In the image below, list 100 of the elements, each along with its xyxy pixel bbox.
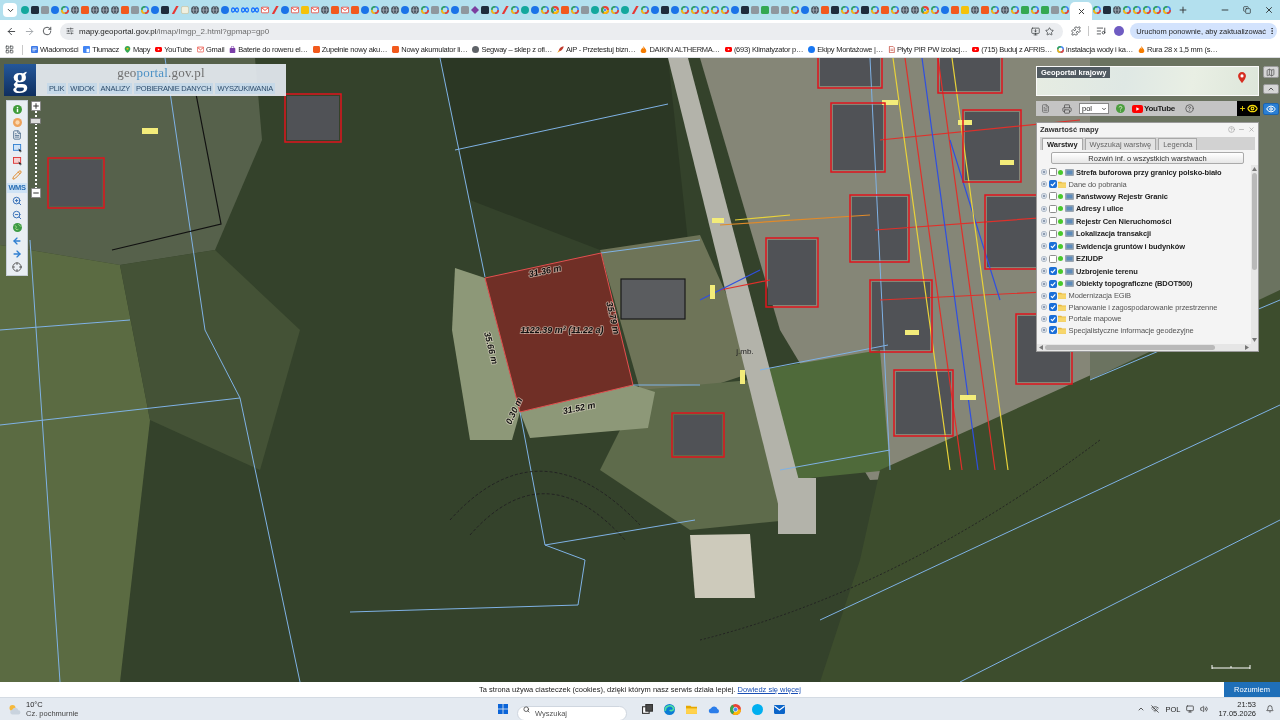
wifi-off-icon[interactable] [1151,705,1160,713]
youtube-link[interactable]: YouTube [1132,104,1175,113]
expand-icon[interactable] [1041,292,1047,299]
expand-icon[interactable] [1041,218,1047,225]
map-tool-button[interactable] [12,222,22,233]
layer-checkbox[interactable] [1048,291,1057,300]
map-tool-button[interactable] [12,156,22,167]
circle-icon [551,6,559,14]
expand-icon[interactable] [1041,315,1047,322]
help-icon[interactable] [1228,126,1235,133]
layer-checkbox[interactable] [1048,204,1057,213]
browser-tab[interactable] [480,3,490,17]
browser-tab[interactable] [200,3,210,17]
expand-icon[interactable] [1041,230,1047,237]
expand-icon[interactable] [1041,205,1047,212]
accessibility-button[interactable] [1237,101,1260,116]
layer-checkbox[interactable] [1048,303,1057,312]
speaker-icon[interactable] [1200,705,1209,713]
browser-tab[interactable] [320,3,330,17]
tab-search-button[interactable] [3,3,17,17]
document-icon[interactable] [1041,104,1050,113]
map-tool-button[interactable] [12,196,22,207]
browser-tab[interactable] [900,3,910,17]
minimize-icon[interactable] [1238,126,1245,133]
browser-tab[interactable] [470,3,480,17]
expand-icon[interactable] [1041,268,1047,275]
expand-icon[interactable] [1041,243,1047,250]
map-tool-button[interactable] [12,249,22,260]
browser-tab[interactable] [910,3,920,17]
caret-left-icon[interactable] [1039,345,1043,350]
browser-tab[interactable] [830,3,840,17]
caret-right-icon[interactable] [1245,345,1249,350]
zoom-in-button[interactable] [30,101,41,111]
browser-tab[interactable] [740,3,750,17]
close-icon[interactable] [1248,126,1255,133]
browser-tab[interactable] [390,3,400,17]
layer-checkbox[interactable] [1048,326,1057,335]
monitor-download-icon[interactable] [1031,26,1041,36]
layer-checkbox[interactable] [1048,242,1057,251]
logo-mark[interactable]: g [4,64,36,96]
expand-icon[interactable] [1041,255,1047,262]
expand-icon[interactable] [1041,181,1047,188]
browser-tab[interactable] [100,3,110,17]
apps-button[interactable] [4,44,14,55]
extensions-button[interactable] [1069,24,1084,38]
layer-checkbox[interactable] [1048,314,1057,323]
layer-checkbox[interactable] [1048,180,1057,189]
scrollbar-thumb[interactable] [1045,345,1215,350]
map-tool-button[interactable] [12,262,22,273]
expand-icon[interactable] [1041,280,1047,287]
pencil-icon [12,169,22,180]
avatar-icon[interactable] [1114,26,1125,36]
layer-checkbox[interactable] [1048,279,1057,288]
sliders-icon[interactable] [66,27,74,35]
browser-tab[interactable] [210,3,220,17]
caret-up-icon[interactable] [1252,167,1257,171]
layer-checkbox[interactable] [1048,267,1057,276]
map-tool-button[interactable] [12,143,22,154]
chevron-up-icon[interactable] [1137,705,1146,713]
browser-tab[interactable] [1070,2,1092,20]
expand-icon[interactable] [1041,169,1047,176]
zoom-out-button[interactable] [30,188,41,198]
layer-checkbox[interactable] [1048,217,1057,226]
browser-tab[interactable] [190,3,200,17]
help-icon[interactable] [1116,104,1125,113]
browser-tab[interactable] [410,3,420,17]
help-icon[interactable] [1184,104,1194,113]
browser-tab[interactable] [1102,3,1112,17]
expand-icon[interactable] [1041,304,1047,311]
star-icon[interactable] [1045,26,1055,36]
expand-icon[interactable] [1041,327,1047,334]
collapse-button[interactable] [1262,84,1279,94]
map-tool-button[interactable] [12,104,22,114]
browser-tab[interactable] [810,3,820,17]
browser-tab[interactable] [860,3,870,17]
browser-tab[interactable] [660,3,670,17]
layer-checkbox[interactable] [1048,254,1057,263]
caret-down-icon[interactable] [1252,338,1257,342]
browser-tab[interactable] [30,3,40,17]
browser-tab[interactable] [110,3,120,17]
printer-icon[interactable] [1062,103,1072,114]
browser-tab[interactable] [90,3,100,17]
browser-tab[interactable] [1112,3,1122,17]
scrollbar-thumb[interactable] [1252,173,1257,270]
browser-tab[interactable] [380,3,390,17]
monitor-icon[interactable] [1186,705,1195,713]
layer-checkbox[interactable] [1048,192,1057,201]
browser-tab[interactable] [70,3,80,17]
address-bar[interactable]: mapy.geoportal.gov.pl/imap/Imgp_2.html?gpmap=gp0 [60,22,1064,40]
bell-icon[interactable] [1266,705,1274,713]
browser-tab[interactable] [160,3,170,17]
map-tool-button[interactable] [12,235,22,246]
layer-checkbox[interactable] [1048,168,1057,177]
zoom-slider-thumb[interactable] [30,118,41,125]
browser-tab[interactable] [1000,3,1010,17]
map-tool-button[interactable] [12,130,22,141]
expand-icon[interactable] [1041,193,1047,200]
map-tool-button[interactable] [12,209,22,220]
browser-tab[interactable] [970,3,980,17]
layer-checkbox[interactable] [1048,229,1057,238]
